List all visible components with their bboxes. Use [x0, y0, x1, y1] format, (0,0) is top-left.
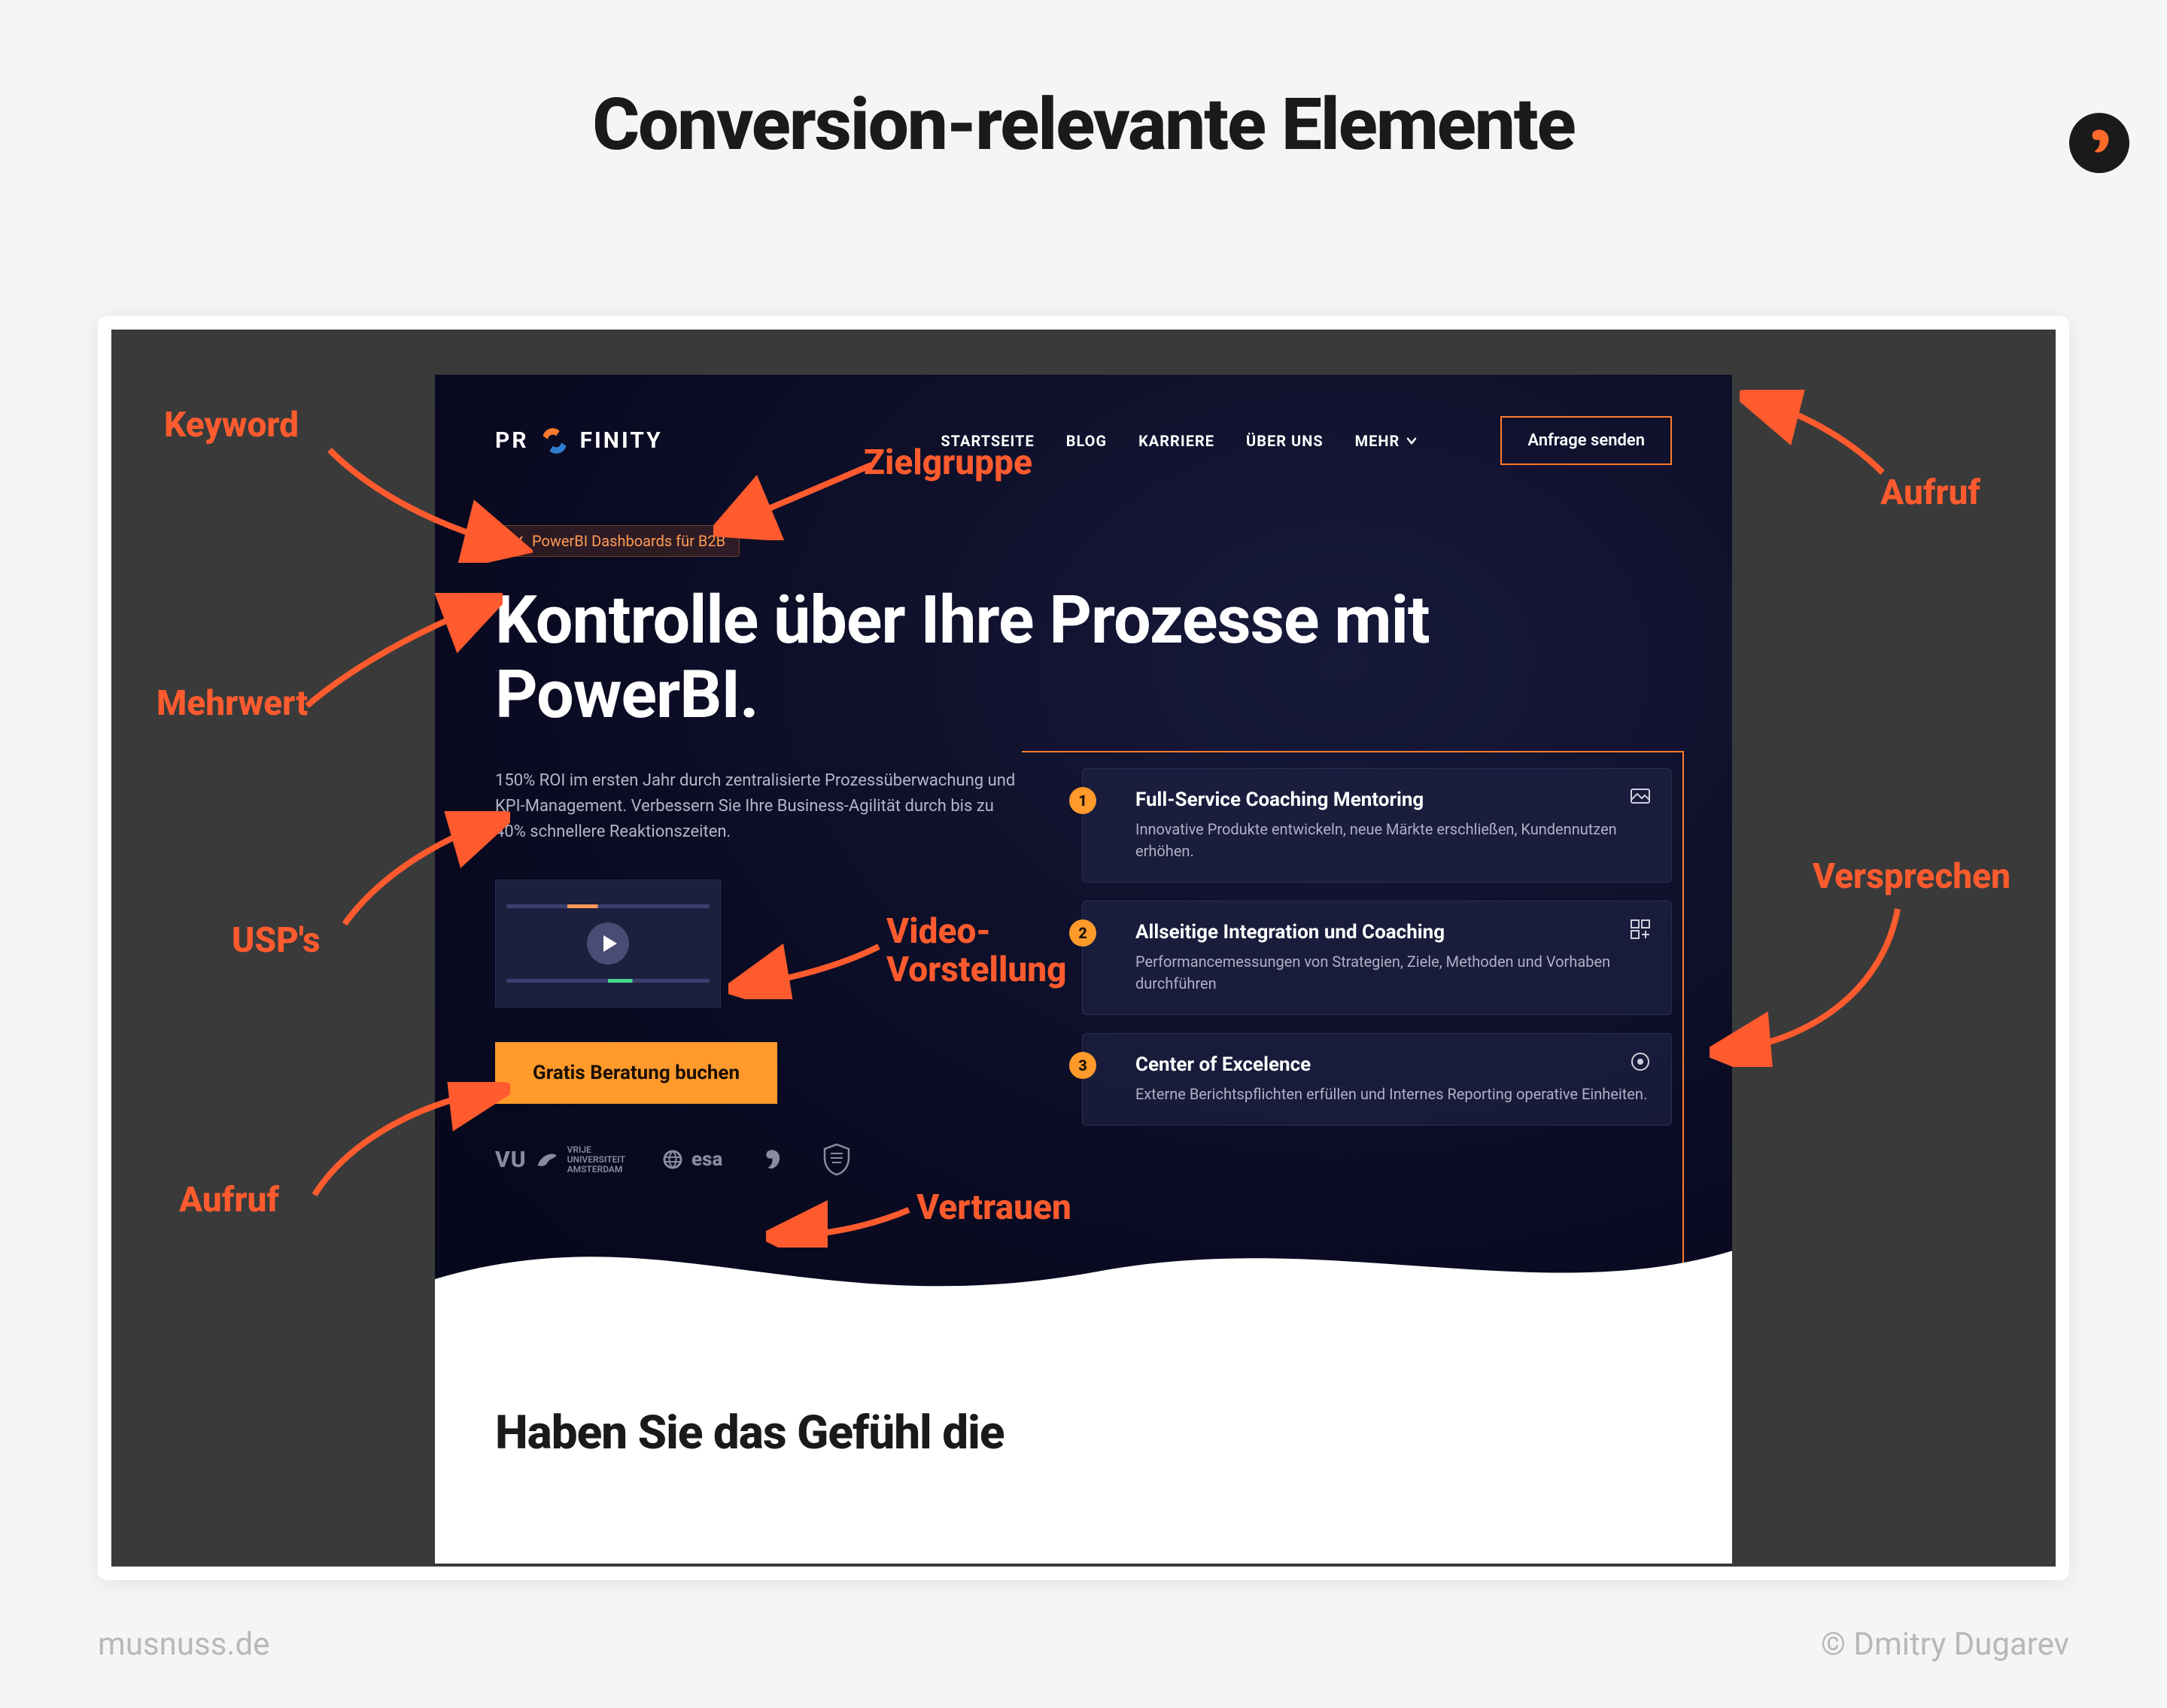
play-button[interactable] [587, 922, 629, 965]
logo-vu-text: VU [495, 1147, 527, 1173]
hero-headline: Kontrolle über Ihre Prozesse mit PowerBI… [495, 584, 1549, 732]
feature-card-1[interactable]: 1 Full-Service Coaching Mentoring Innova… [1082, 768, 1672, 883]
nut-icon [758, 1146, 786, 1173]
image-icon [1629, 786, 1652, 808]
logo-esa-text: esa [691, 1148, 722, 1171]
feature-title: Center of Excelence [1135, 1053, 1649, 1076]
shield-icon [822, 1143, 852, 1176]
nav-about[interactable]: ÜBER UNS [1246, 432, 1324, 450]
brand-mark-icon [538, 424, 571, 457]
logo-vu: VU VRIJE UNIVERSITEIT AMSTERDAM [495, 1145, 625, 1175]
below-heading: Haben Sie das Gefühl die [495, 1406, 1672, 1460]
logo-nut [758, 1146, 786, 1173]
feature-card-3[interactable]: 3 Center of Excelence Externe Berichtspf… [1082, 1033, 1672, 1126]
griffin-icon [534, 1147, 560, 1172]
feature-body: Performancemessungen von Strategien, Zie… [1135, 951, 1649, 995]
chart-icon [509, 533, 524, 549]
mock-frame: PR FINITY STARTSEITE BLOG KARRIERE ÜBER … [111, 330, 2056, 1567]
nav-more-label: MEHR [1355, 432, 1400, 450]
logo-esa: esa [661, 1148, 722, 1171]
anno-mehrwert: Mehrwert [157, 683, 308, 724]
below-section: Haben Sie das Gefühl die [435, 1338, 1732, 1564]
feature-number: 1 [1069, 787, 1096, 814]
play-icon [603, 935, 617, 952]
chevron-down-icon [1406, 435, 1418, 447]
brand-badge-icon [2069, 113, 2129, 173]
footer-left: musnuss.de [98, 1626, 269, 1663]
wave-divider [435, 1189, 1732, 1338]
feature-number: 2 [1069, 919, 1096, 947]
brand-logo[interactable]: PR FINITY [495, 424, 663, 457]
nav-more[interactable]: MEHR [1355, 432, 1418, 450]
brand-text-pre: PR [495, 427, 529, 454]
keyword-badge-text: PowerBI Dashboards für B2B [532, 532, 725, 550]
logo-vu-sub: VRIJE UNIVERSITEIT AMSTERDAM [567, 1145, 625, 1175]
video-thumbnail[interactable] [495, 880, 721, 1007]
anno-usps: USP's [232, 920, 321, 961]
cta-main-button[interactable]: Gratis Beratung buchen [495, 1042, 777, 1104]
feature-body: Externe Berichtspflichten erfüllen und I… [1135, 1083, 1649, 1105]
feature-body: Innovative Produkte entwickeln, neue Mär… [1135, 819, 1649, 862]
globe-icon [661, 1148, 684, 1171]
keyword-badge: PowerBI Dashboards für B2B [495, 525, 740, 557]
feature-title: Allseitige Integration und Coaching [1135, 921, 1649, 944]
screenshot-card: PR FINITY STARTSEITE BLOG KARRIERE ÜBER … [98, 316, 2069, 1580]
site-nav: PR FINITY STARTSEITE BLOG KARRIERE ÜBER … [495, 416, 1672, 465]
slide-title: Conversion-relevante Elemente [0, 83, 2167, 167]
hero-section: PR FINITY STARTSEITE BLOG KARRIERE ÜBER … [435, 375, 1732, 1338]
anno-aufruf: Aufruf [179, 1180, 279, 1220]
nav-start[interactable]: STARTSEITE [941, 432, 1034, 450]
trust-logos: VU VRIJE UNIVERSITEIT AMSTERDAM esa [495, 1143, 1022, 1176]
anno-versprechen: Versprechen [1813, 856, 2010, 897]
anno-keyword: Keyword [164, 405, 299, 445]
nav-blog[interactable]: BLOG [1066, 432, 1107, 450]
arrow-icon [1710, 901, 1905, 1067]
footer-right: © Dmitry Dugarev [1821, 1626, 2069, 1663]
layout-icon [1629, 918, 1652, 941]
target-icon [1629, 1050, 1652, 1073]
hero-description: 150% ROI im ersten Jahr durch zentralisi… [495, 768, 1022, 845]
logo-shield [822, 1143, 852, 1176]
feature-list: 1 Full-Service Coaching Mentoring Innova… [1082, 768, 1672, 1176]
feature-card-2[interactable]: 2 Allseitige Integration und Coaching Pe… [1082, 901, 1672, 1015]
feature-title: Full-Service Coaching Mentoring [1135, 789, 1649, 811]
arrow-icon [1740, 390, 1890, 480]
brand-text-post: FINITY [580, 427, 663, 454]
cta-nav-button[interactable]: Anfrage senden [1500, 416, 1672, 465]
anno-aufruf-top: Aufruf [1880, 473, 1980, 513]
feature-number: 3 [1069, 1052, 1096, 1079]
nav-career[interactable]: KARRIERE [1138, 432, 1214, 450]
